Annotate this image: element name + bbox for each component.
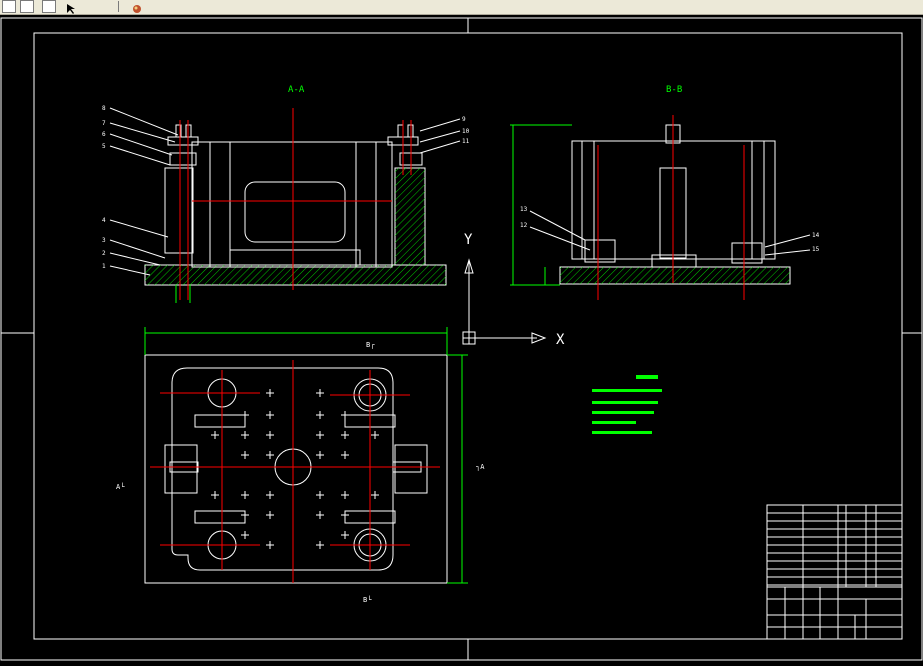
plan-view-holes: [211, 389, 379, 549]
part-number: 14: [812, 232, 820, 239]
title-block-rows: [767, 512, 902, 586]
cad-drawing: A-A 8 7 6 5 4 3 2 1 9 10 11 B-B 13 12 14…: [0, 17, 923, 661]
page-icon[interactable]: [2, 0, 16, 13]
section-aa-label: A-A: [288, 85, 305, 95]
part-number: 5: [102, 143, 106, 150]
part-number: 10: [462, 128, 470, 135]
part-number: 2: [102, 250, 106, 257]
toolbar: [0, 0, 923, 15]
part-number: 1: [102, 263, 106, 270]
ucs-icon: Y X: [462, 232, 565, 348]
part-number: 15: [812, 246, 820, 253]
plan-right-label: ┐A: [476, 463, 485, 471]
part-number-labels-right: 9 10 11: [462, 116, 470, 145]
ucs-x-label: X: [556, 332, 565, 348]
section-bb-view: B-B: [510, 85, 811, 300]
plan-bottom-label: B└: [363, 595, 372, 604]
pointer-icon[interactable]: [66, 0, 78, 14]
part-number: 9: [462, 116, 466, 123]
ucs-y-label: Y: [464, 232, 473, 248]
part-number: 6: [102, 131, 106, 138]
plan-left-label: A└: [116, 482, 125, 491]
technical-notes: [592, 375, 662, 434]
pan-icon[interactable]: [130, 0, 142, 13]
grid-icon[interactable]: [42, 0, 56, 13]
part-number: 3: [102, 237, 106, 244]
part-number: 11: [462, 138, 470, 145]
part-number: 8: [102, 105, 106, 112]
part-number-labels-left: 8 7 6 5 4 3 2 1: [102, 105, 106, 270]
drawing-canvas[interactable]: A-A 8 7 6 5 4 3 2 1 9 10 11 B-B 13 12 14…: [0, 15, 923, 662]
part-number: 13: [520, 206, 528, 213]
part-number: 12: [520, 222, 528, 229]
part-number: 4: [102, 217, 106, 224]
section-aa-view: A-A: [109, 85, 461, 303]
plan-top-label: B┌: [366, 341, 375, 349]
plan-view: B┌ A└ ┐A B└: [116, 327, 485, 604]
part-number: 7: [102, 120, 106, 127]
section-bb-label: B-B: [666, 85, 682, 95]
toolbar-separator: [118, 1, 119, 12]
page-icon[interactable]: [20, 0, 34, 13]
title-block: [766, 504, 903, 640]
